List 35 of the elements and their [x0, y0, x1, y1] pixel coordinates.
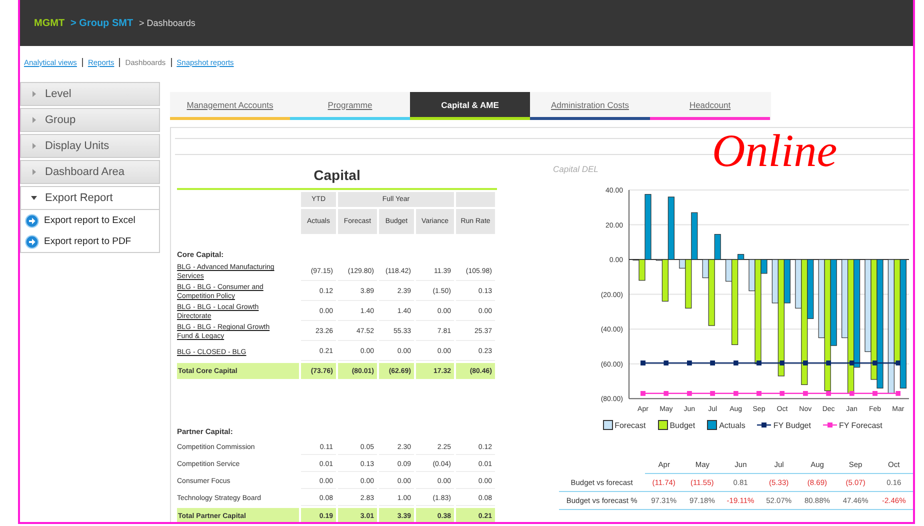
legend-label: FY Forecast	[838, 420, 882, 430]
arrow-circle-icon	[25, 214, 39, 228]
export-option[interactable]: Export report to PDF	[21, 231, 159, 252]
tab[interactable]: Administration Costs	[530, 92, 650, 120]
caret-icon	[31, 169, 37, 175]
table-title: Capital	[177, 155, 497, 190]
legend-swatch	[658, 420, 668, 430]
caret-icon	[31, 143, 37, 149]
caret-icon	[31, 91, 37, 97]
breadcrumb[interactable]: > Group SMT	[70, 18, 134, 28]
breadcrumb[interactable]: > Dashboards	[139, 18, 196, 28]
legend-swatch	[707, 420, 718, 430]
handwritten-annotation: Online	[712, 128, 838, 174]
tab[interactable]: Management Accounts	[170, 92, 290, 120]
legend-label: FY Budget	[773, 420, 811, 430]
chart-title: Capital DEL	[553, 164, 598, 174]
export-option[interactable]: Export report to Excel	[21, 210, 159, 231]
legend-label: Actuals	[719, 420, 746, 430]
legend-swatch	[602, 420, 613, 430]
caret-icon	[31, 117, 37, 123]
legend-label: Budget	[670, 420, 696, 430]
legend-line-icon	[822, 422, 837, 428]
sidebar-item[interactable]: Dashboard Area	[21, 161, 159, 183]
arrow-circle-icon	[25, 234, 39, 248]
sidebar-item[interactable]: Group	[21, 109, 159, 131]
legend-label: Forecast	[614, 420, 646, 430]
sidebar-item[interactable]: Level	[21, 83, 159, 105]
sidebar-item[interactable]: Display Units	[21, 135, 159, 157]
tab[interactable]: Capital & AME	[410, 92, 530, 120]
caret-icon	[31, 195, 37, 201]
sidebar-item[interactable]: Export Report	[21, 187, 159, 210]
legend-line-icon	[757, 422, 772, 428]
breadcrumb[interactable]: MGMT	[34, 18, 65, 28]
header-cell	[456, 192, 495, 207]
tab[interactable]: Headcount	[650, 92, 770, 120]
